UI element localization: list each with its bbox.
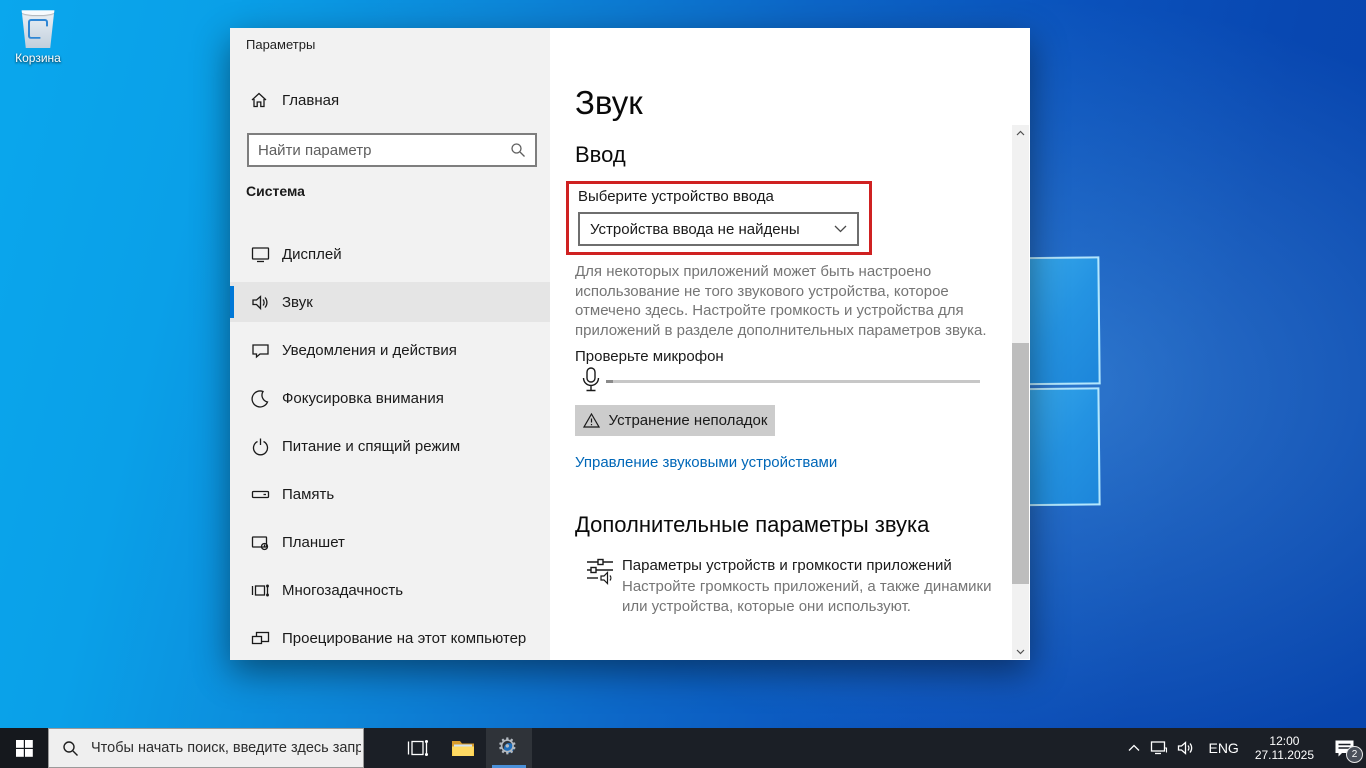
tray-chevron-up[interactable] — [1122, 728, 1146, 768]
volume-icon[interactable] — [1172, 728, 1200, 768]
task-view-icon — [407, 739, 428, 757]
test-mic-label: Проверьте микрофон — [575, 348, 724, 365]
task-view-button[interactable] — [394, 728, 440, 768]
sidebar-item-label: Дисплей — [282, 246, 342, 263]
advanced-section-heading: Дополнительные параметры звука — [575, 512, 929, 538]
settings-window: Параметры Главная Система — [230, 28, 1030, 660]
warning-icon — [583, 413, 600, 428]
sound-icon — [250, 293, 270, 312]
power-icon — [250, 437, 270, 456]
sidebar-item-focus[interactable]: Фокусировка внимания — [230, 378, 550, 418]
sidebar-item-label: Память — [282, 486, 334, 503]
scrollbar[interactable] — [1012, 125, 1029, 659]
page-title: Звук — [575, 84, 643, 122]
settings-search[interactable] — [247, 133, 537, 167]
adv-item-title[interactable]: Параметры устройств и громкости приложен… — [622, 557, 952, 574]
notifications-icon — [250, 341, 270, 360]
scrollbar-thumb[interactable] — [1012, 343, 1029, 584]
notification-center-button[interactable]: 2 — [1322, 728, 1366, 768]
recycle-bin-icon — [21, 8, 55, 48]
dropdown-value: Устройства ввода не найдены — [580, 221, 834, 238]
scroll-down-button[interactable] — [1012, 644, 1029, 659]
settings-search-input[interactable] — [249, 142, 510, 159]
sidebar-item-label: Уведомления и действия — [282, 342, 457, 359]
recycle-bin[interactable]: Корзина — [6, 8, 70, 65]
system-tray: ENG 12:00 27.11.2025 2 — [1122, 728, 1366, 768]
sidebar-item-label: Проецирование на этот компьютер — [282, 630, 526, 647]
language-indicator[interactable]: ENG — [1200, 728, 1246, 768]
input-section-heading: Ввод — [575, 142, 626, 168]
mic-level-meter — [606, 380, 980, 383]
sidebar-item-sound[interactable]: Звук — [230, 282, 550, 322]
scroll-up-button[interactable] — [1012, 125, 1029, 140]
sidebar-item-label: Звук — [282, 294, 313, 311]
taskbar-search-icon — [62, 740, 79, 757]
taskbar: ⚙ ENG 12:00 27.11.2025 2 — [0, 728, 1366, 768]
input-description: Для некоторых приложений может быть наст… — [575, 262, 1007, 340]
clock-time: 12:00 — [1255, 734, 1314, 748]
network-icon[interactable] — [1146, 728, 1172, 768]
sidebar-home-label: Главная — [282, 92, 339, 109]
taskbar-search[interactable] — [48, 728, 364, 768]
sidebar-item-label: Планшет — [282, 534, 345, 551]
windows-logo-icon — [16, 740, 33, 757]
clock-date: 27.11.2025 — [1255, 748, 1314, 762]
window-title: Параметры — [246, 37, 315, 52]
select-device-label: Выберите устройство ввода — [578, 188, 774, 205]
notification-badge: 2 — [1346, 746, 1363, 763]
microphone-icon — [580, 366, 602, 396]
taskbar-search-input[interactable] — [89, 739, 363, 757]
gear-icon: ⚙ — [497, 736, 521, 760]
sidebar-item-projecting[interactable]: Проецирование на этот компьютер — [230, 618, 550, 658]
start-button[interactable] — [0, 728, 48, 768]
sidebar-item-label: Многозадачность — [282, 582, 403, 599]
manage-sound-devices-link[interactable]: Управление звуковыми устройствами — [575, 454, 837, 471]
search-icon — [510, 142, 526, 158]
screen: Корзина Параметры Главная Система — [0, 0, 1366, 768]
sidebar-item-label: Питание и спящий режим — [282, 438, 460, 455]
projecting-icon — [250, 629, 270, 648]
sidebar-item-storage[interactable]: Память — [230, 474, 550, 514]
tablet-icon — [250, 533, 270, 552]
adv-item-description: Настройте громкость приложений, а также … — [622, 577, 994, 617]
sidebar-item-home[interactable]: Главная — [230, 80, 550, 120]
sidebar-section-system: Система — [246, 183, 305, 199]
input-device-dropdown[interactable]: Устройства ввода не найдены — [578, 212, 859, 246]
chevron-down-icon — [834, 225, 847, 233]
display-icon — [250, 245, 270, 264]
multitasking-icon — [250, 581, 270, 600]
sidebar-item-multitasking[interactable]: Многозадачность — [230, 570, 550, 610]
troubleshoot-label: Устранение неполадок — [609, 412, 768, 429]
app-volume-mixer-icon — [585, 556, 615, 586]
clock[interactable]: 12:00 27.11.2025 — [1247, 728, 1322, 768]
sidebar-item-display[interactable]: Дисплей — [230, 234, 550, 274]
sidebar-item-notifications[interactable]: Уведомления и действия — [230, 330, 550, 370]
troubleshoot-button[interactable]: Устранение неполадок — [575, 405, 775, 436]
sidebar-item-tablet[interactable]: Планшет — [230, 522, 550, 562]
file-explorer-icon — [451, 738, 475, 758]
focus-moon-icon — [250, 389, 270, 408]
sidebar-item-label: Фокусировка внимания — [282, 390, 444, 407]
sidebar-item-power[interactable]: Питание и спящий режим — [230, 426, 550, 466]
settings-app-button[interactable]: ⚙ — [486, 728, 532, 768]
file-explorer-button[interactable] — [440, 728, 486, 768]
recycle-bin-label: Корзина — [6, 51, 70, 65]
home-icon — [250, 91, 268, 109]
storage-icon — [250, 485, 270, 504]
